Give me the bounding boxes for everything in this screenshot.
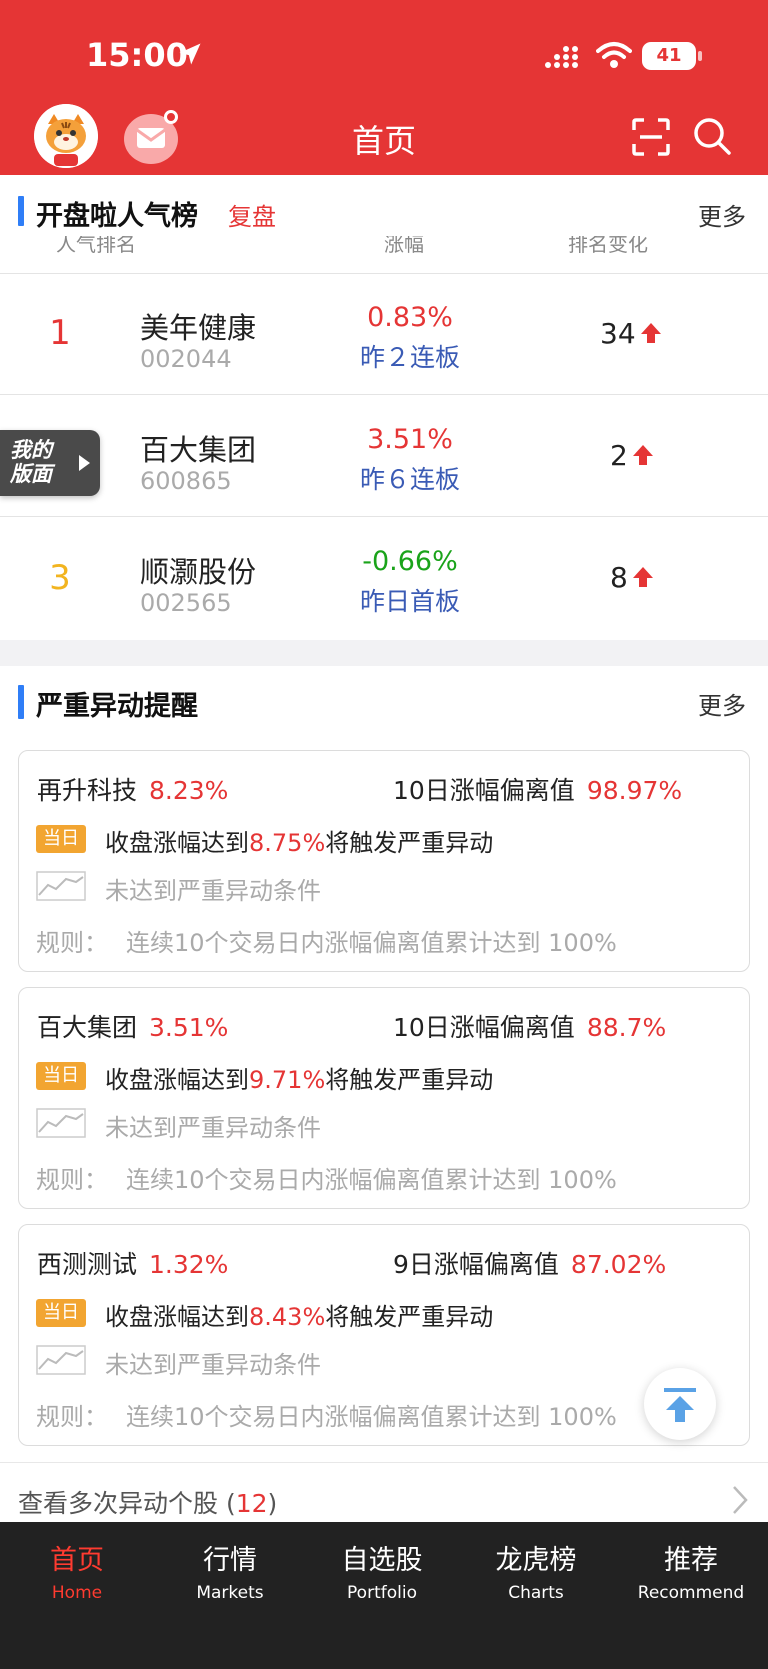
play-icon [79, 455, 90, 471]
scan-icon[interactable] [632, 118, 670, 156]
stock-name: 美年健康 [140, 311, 257, 345]
divider [0, 394, 768, 395]
rank-change: 2 [610, 439, 628, 472]
repeat-alerts-count: 12 [235, 1489, 268, 1518]
status-not-met: 未达到严重异动条件 [105, 1351, 321, 1379]
location-arrow-icon [179, 43, 201, 65]
divider [0, 516, 768, 517]
status-time: 15:00 [86, 36, 188, 74]
stock-code: 600865 [140, 467, 232, 495]
trigger-condition: 收盘涨幅达到8.75%将触发严重异动 [105, 829, 494, 857]
app-header: 15:00 41 首页 [0, 0, 768, 175]
stock-name: 百大集团 [140, 433, 257, 467]
section-marker [18, 196, 24, 226]
section-marker [18, 685, 24, 719]
deviation-value: 88.7% [586, 1013, 667, 1042]
change-percent: 0.83% [367, 302, 453, 333]
alert-deviation: 10日涨幅偏离值 98.97% [393, 771, 682, 807]
tab-home[interactable]: 首页 Home [2, 1538, 152, 1603]
column-header-rank: 人气排名 [56, 236, 136, 254]
divider [0, 1462, 768, 1463]
rank-change: 8 [610, 561, 628, 594]
stock-code: 002565 [140, 589, 232, 617]
same-day-badge: 当日 [36, 1062, 86, 1090]
alert-stock-pct: 8.23% [149, 776, 229, 805]
chevron-right-icon [733, 1486, 748, 1514]
cellular-signal-icon [545, 46, 578, 68]
rank-number: 3 [49, 558, 71, 598]
tab-portfolio[interactable]: 自选股 Portfolio [307, 1538, 457, 1603]
arrow-up-icon [633, 567, 653, 587]
arrow-up-icon [633, 445, 653, 465]
trigger-value: 9.71% [249, 1066, 326, 1094]
limit-up-streak: 昨６连板 [359, 465, 460, 494]
trigger-value: 8.43% [249, 1303, 326, 1331]
alert-item[interactable]: 百大集团 3.51% 10日涨幅偏离值 88.7% 当日 收盘涨幅达到9.71%将触… [18, 987, 750, 1209]
alert-stock: 西测测试 1.32% [37, 1245, 228, 1281]
deviation-label: 9日涨幅偏离值 [393, 1250, 559, 1279]
same-day-badge: 当日 [36, 825, 86, 853]
my-layout-button[interactable]: 我的版面 [0, 430, 100, 496]
deviation-label: 10日涨幅偏离值 [393, 1013, 575, 1042]
alert-stock-pct: 3.51% [149, 1013, 229, 1042]
tab-charts[interactable]: 龙虎榜 Charts [461, 1538, 611, 1603]
search-icon[interactable] [692, 116, 732, 156]
trigger-condition: 收盘涨幅达到9.71%将触发严重异动 [105, 1066, 494, 1094]
deviation-value: 98.97% [586, 776, 683, 805]
trend-chart-icon [36, 1108, 86, 1138]
alert-item[interactable]: 再升科技 8.23% 10日涨幅偏离值 98.97% 当日 收盘涨幅达到8.75%将… [18, 750, 750, 972]
deviation-value: 87.02% [570, 1250, 667, 1279]
arrow-up-icon [641, 323, 661, 343]
column-header-change-pct: 涨幅 [384, 236, 424, 254]
deviation-label: 10日涨幅偏离值 [393, 776, 575, 805]
change-percent: 3.51% [367, 424, 453, 455]
alert-stock-name: 再升科技 [37, 776, 138, 805]
view-repeat-alerts-link[interactable]: 查看多次异动个股 (12) [18, 1484, 277, 1520]
divider [0, 273, 768, 274]
alert-deviation: 10日涨幅偏离值 88.7% [393, 1008, 666, 1044]
rank-change: 34 [600, 317, 636, 350]
alert-item[interactable]: 西测测试 1.32% 9日涨幅偏离值 87.02% 当日 收盘涨幅达到8.43%将触… [18, 1224, 750, 1446]
wifi-icon [596, 42, 632, 68]
popularity-more-link[interactable]: 更多 [698, 197, 746, 232]
trigger-condition: 收盘涨幅达到8.43%将触发严重异动 [105, 1303, 494, 1331]
trend-chart-icon [36, 1345, 86, 1375]
alert-stock-name: 百大集团 [37, 1013, 138, 1042]
rule-text: 规则： 连续10个交易日内涨幅偏离值累计达到 100% [36, 1403, 617, 1431]
tab-recommend[interactable]: 推荐 Recommend [616, 1538, 766, 1603]
stock-name: 顺灏股份 [140, 555, 257, 589]
rule-text: 规则： 连续10个交易日内涨幅偏离值累计达到 100% [36, 1166, 617, 1194]
status-not-met: 未达到严重异动条件 [105, 1114, 321, 1142]
column-header-rank-change: 排名变化 [568, 236, 648, 254]
popularity-title: 开盘啦人气榜 [36, 201, 198, 232]
alert-stock: 百大集团 3.51% [37, 1008, 228, 1044]
same-day-badge: 当日 [36, 1299, 86, 1327]
scroll-top-icon [664, 1388, 696, 1422]
battery-level: 41 [656, 45, 682, 66]
limit-up-streak: 昨日首板 [359, 587, 460, 616]
change-percent: -0.66% [362, 546, 458, 577]
rank-number: 1 [49, 313, 71, 353]
trigger-value: 8.75% [249, 829, 326, 857]
alerts-title: 严重异动提醒 [36, 691, 198, 722]
rule-text: 规则： 连续10个交易日内涨幅偏离值累计达到 100% [36, 929, 617, 957]
trend-chart-icon [36, 871, 86, 901]
alert-stock-pct: 1.32% [149, 1250, 229, 1279]
bottom-tab-bar: 首页 Home 行情 Markets 自选股 Portfolio 龙虎榜 Charts … [0, 1522, 768, 1669]
scroll-to-top-button[interactable] [644, 1368, 716, 1440]
battery-indicator: 41 [642, 42, 702, 70]
limit-up-streak: 昨２连板 [359, 343, 460, 372]
status-not-met: 未达到严重异动条件 [105, 877, 321, 905]
stock-code: 002044 [140, 345, 232, 373]
alerts-more-link[interactable]: 更多 [698, 686, 746, 721]
alert-deviation: 9日涨幅偏离值 87.02% [393, 1245, 666, 1281]
tab-markets[interactable]: 行情 Markets [155, 1538, 305, 1603]
replay-link[interactable]: 复盘 [228, 197, 276, 232]
alert-stock: 再升科技 8.23% [37, 771, 228, 807]
alert-stock-name: 西测测试 [37, 1250, 138, 1279]
my-layout-label: 我的版面 [10, 438, 52, 486]
